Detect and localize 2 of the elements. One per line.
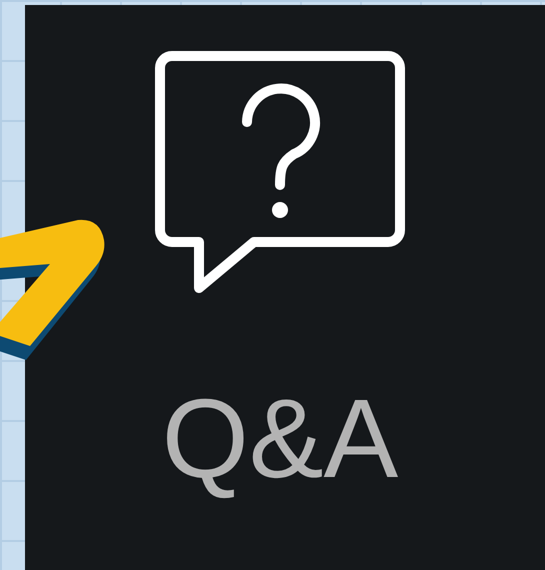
question-bubble-icon <box>154 50 406 295</box>
qa-button[interactable]: Q&A <box>146 50 414 525</box>
